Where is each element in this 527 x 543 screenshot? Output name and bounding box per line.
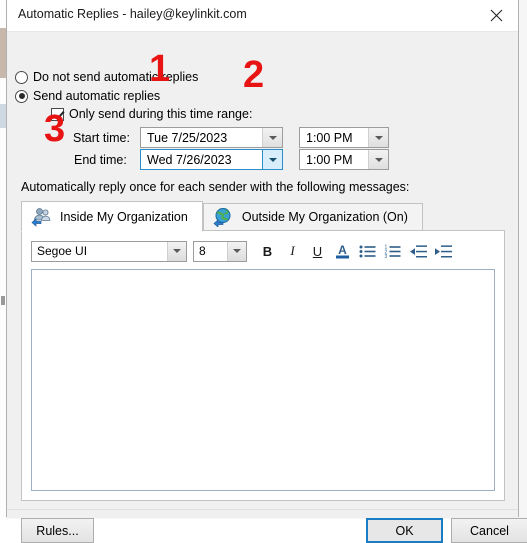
- radio-icon-unselected: [15, 70, 28, 84]
- radio-do-not-send-automatic-replies[interactable]: Do not send automatic replies: [15, 70, 198, 84]
- chevron-down-icon[interactable]: [262, 149, 283, 170]
- ok-button[interactable]: OK: [366, 518, 443, 543]
- background-strip-segment: [1, 296, 5, 305]
- tab-inside-my-organization[interactable]: Inside My Organization: [21, 201, 203, 232]
- tab-outside-my-organization[interactable]: Outside My Organization (On): [202, 203, 423, 231]
- cancel-button[interactable]: Cancel: [451, 518, 527, 543]
- title-bar: Automatic Replies - hailey@keylinkit.com: [7, 0, 518, 32]
- tab-panel-inside-my-organization: Segoe UI 8 B I U A 1 2 3: [21, 230, 505, 501]
- bullet-list-button[interactable]: [356, 240, 379, 262]
- radio-send-replies-label: Send automatic replies: [33, 89, 161, 103]
- underline-button[interactable]: U: [306, 240, 329, 262]
- font-size-dropdown[interactable]: 8: [193, 240, 247, 262]
- font-family-value: Segoe UI: [37, 244, 88, 258]
- radio-send-automatic-replies[interactable]: Send automatic replies: [15, 89, 160, 103]
- increase-indent-icon: [434, 244, 452, 257]
- message-body-editor[interactable]: [31, 269, 495, 491]
- formatting-toolbar: Segoe UI 8 B I U A 1 2 3: [31, 240, 454, 262]
- start-time-value: 1:00 PM: [306, 130, 353, 145]
- chevron-down-icon[interactable]: [262, 128, 282, 147]
- svg-text:A: A: [338, 243, 347, 257]
- annotation-number-3: 3: [44, 108, 66, 150]
- italic-button[interactable]: I: [281, 240, 304, 262]
- screenshot-root: Automatic Replies - hailey@keylinkit.com…: [0, 0, 527, 543]
- chevron-down-icon[interactable]: [368, 150, 388, 169]
- close-icon[interactable]: [474, 0, 518, 31]
- annotation-number-2: 2: [243, 54, 265, 96]
- bold-button[interactable]: B: [256, 240, 279, 262]
- radio-do-not-send-label: Do not send automatic replies: [33, 70, 199, 84]
- end-time-value: 1:00 PM: [306, 152, 353, 167]
- tab-inside-label: Inside My Organization: [60, 209, 188, 224]
- window-title: Automatic Replies - hailey@keylinkit.com: [18, 7, 247, 21]
- font-color-icon: A: [336, 243, 349, 259]
- end-date-dropdown[interactable]: Wed 7/26/2023: [140, 149, 283, 170]
- people-icon: [31, 207, 51, 227]
- time-range-label: Only send during this time range:: [69, 107, 253, 121]
- chevron-down-icon[interactable]: [167, 241, 186, 261]
- end-date-value: Wed 7/26/2023: [147, 152, 232, 167]
- tab-outside-label: Outside My Organization (On): [241, 210, 408, 224]
- rules-button[interactable]: Rules...: [21, 518, 94, 543]
- font-color-button[interactable]: A: [331, 240, 354, 262]
- chevron-down-icon[interactable]: [368, 128, 388, 147]
- font-size-value: 8: [199, 244, 206, 258]
- start-time-dropdown[interactable]: 1:00 PM: [299, 127, 389, 148]
- font-family-dropdown[interactable]: Segoe UI: [31, 240, 187, 262]
- start-date-dropdown[interactable]: Tue 7/25/2023: [140, 127, 283, 148]
- tab-strip: Inside My Organization Outside My Organi…: [21, 201, 505, 232]
- chevron-down-icon[interactable]: [227, 241, 246, 261]
- end-time-label: End time:: [74, 153, 127, 167]
- auto-reply-note: Automatically reply once for each sender…: [21, 180, 410, 194]
- start-date-value: Tue 7/25/2023: [147, 130, 228, 145]
- annotation-number-1: 1: [149, 48, 171, 90]
- decrease-indent-icon: [409, 244, 427, 257]
- bullet-list-icon: [359, 245, 376, 257]
- svg-text:3: 3: [385, 254, 388, 259]
- increase-indent-button[interactable]: [431, 240, 454, 262]
- start-time-label: Start time:: [73, 131, 130, 145]
- numbered-list-button[interactable]: 1 2 3: [381, 240, 404, 262]
- radio-icon-selected: [15, 89, 28, 103]
- end-time-dropdown[interactable]: 1:00 PM: [299, 149, 389, 170]
- dialog-body: Do not send automatic replies Send autom…: [7, 32, 527, 543]
- globe-icon: [213, 208, 231, 227]
- decrease-indent-button[interactable]: [406, 240, 429, 262]
- numbered-list-icon: 1 2 3: [385, 244, 401, 259]
- footer-divider: [7, 509, 518, 510]
- checkbox-only-send-during-time-range[interactable]: Only send during this time range:: [51, 107, 252, 121]
